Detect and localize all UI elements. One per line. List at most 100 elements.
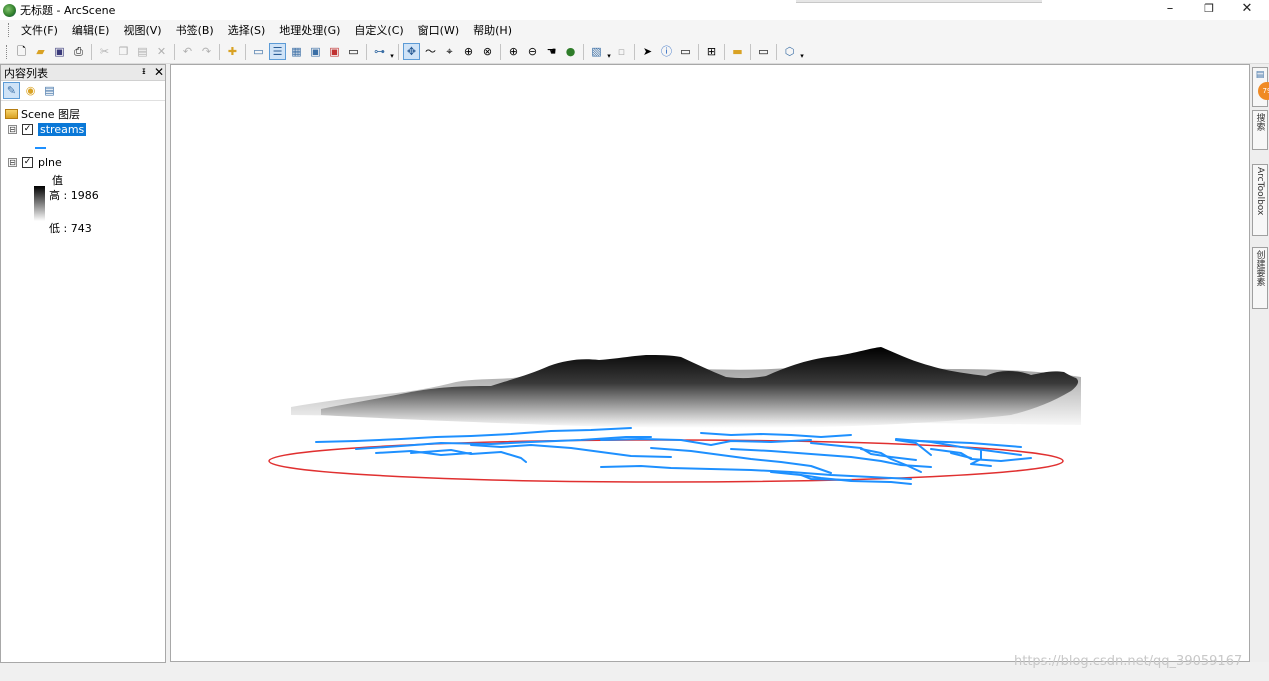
menu-edit[interactable]: 编辑(E) (65, 22, 117, 38)
dock-tab-arctoolbox[interactable]: ArcToolbox (1252, 164, 1268, 236)
scene-layers-icon (5, 109, 18, 119)
menu-file[interactable]: 文件(F) (14, 22, 65, 38)
toolbar-grip[interactable] (6, 44, 9, 59)
3d-effects-icon[interactable]: ⬡ (781, 43, 798, 60)
identify-icon[interactable]: ⓘ (658, 43, 675, 60)
zoom-in-icon[interactable]: ⊕ (505, 43, 522, 60)
toolbar-separator (776, 43, 777, 60)
new-document-icon[interactable]: 🗋 (13, 43, 30, 60)
cut-icon[interactable]: ✂ (96, 43, 113, 60)
html-popup-icon[interactable]: ▭ (677, 43, 694, 60)
stream-line (810, 442, 917, 461)
scene-layers-label: Scene 图层 (21, 108, 81, 121)
right-dock-panel: ▤ 79 搜索 ArcToolbox 创建要素 (1250, 64, 1269, 662)
table-of-contents-panel: 内容列表 ᵻ ✕ ✎ ◉ ▤ Scene 图层 ⊟ ✓ streams ⊟ ✓ … (0, 64, 166, 663)
dock-tab-arctoolbox-label: ArcToolbox (1255, 167, 1265, 216)
clear-selection-icon[interactable]: ▫ (613, 43, 630, 60)
collapse-icon[interactable]: ⊟ (8, 125, 17, 134)
elevation-color-ramp (34, 186, 45, 221)
menu-bar: 文件(F) 编辑(E) 视图(V) 书签(B) 选择(S) 地理处理(G) 自定… (0, 20, 1269, 40)
layer-visibility-checkbox[interactable]: ✓ (22, 124, 33, 135)
toolbar-overflow-icon[interactable]: ▾ (799, 44, 805, 60)
zoom-to-target-icon[interactable]: ⊕ (460, 43, 477, 60)
close-button[interactable]: ✕ (1224, 0, 1269, 20)
legend-high-label: 高 : 1986 (49, 189, 99, 202)
center-target-icon[interactable]: ⌖ (441, 43, 458, 60)
menu-selection[interactable]: 选择(S) (221, 22, 273, 38)
list-by-source-icon[interactable]: ◉ (22, 82, 39, 99)
toolbar-separator (698, 43, 699, 60)
layer-name-streams[interactable]: streams (38, 123, 87, 136)
toolbar-separator (398, 43, 399, 60)
menu-windows[interactable]: 窗口(W) (411, 22, 466, 38)
add-data-icon[interactable]: ✚ (224, 43, 241, 60)
standard-toolbar: 🗋 ▰ ▣ ⎙ ✂ ❐ ▤ ✕ ↶ ↷ ✚ ▭ ☰ ▦ ▣ ▣ ▭ ⊶ ▾ ✥ … (0, 40, 1269, 64)
menu-help[interactable]: 帮助(H) (466, 22, 519, 38)
menu-customize[interactable]: 自定义(C) (347, 22, 410, 38)
navigate-icon[interactable]: ✥ (403, 43, 420, 60)
pin-icon[interactable]: ᵻ (142, 66, 146, 77)
streams-symbol-swatch (35, 147, 46, 149)
stream-line (410, 449, 527, 463)
delete-icon[interactable]: ✕ (153, 43, 170, 60)
toc-title: 内容列表 (4, 66, 48, 80)
catalog-icon[interactable]: ▦ (288, 43, 305, 60)
open-folder-icon[interactable]: ▰ (32, 43, 49, 60)
toolbox-icon[interactable]: ▣ (326, 43, 343, 60)
search-window-icon[interactable]: ▣ (307, 43, 324, 60)
redo-icon[interactable]: ↷ (198, 43, 215, 60)
layer-row-streams[interactable]: ⊟ ✓ streams (8, 123, 87, 136)
select-features-icon[interactable]: ▧ (588, 43, 605, 60)
zoom-out-icon[interactable]: ⊖ (524, 43, 541, 60)
dock-tab-search[interactable]: 搜索 (1252, 110, 1268, 150)
dock-tab-search-label: 搜索 (1254, 113, 1265, 131)
find-binoculars-icon[interactable]: ⊞ (703, 43, 720, 60)
toc-view-tabs: ✎ ◉ ▤ (1, 81, 165, 101)
python-window-icon[interactable]: ▭ (345, 43, 362, 60)
streams-layer (315, 427, 1032, 485)
stream-line (700, 432, 852, 438)
map-view-icon[interactable]: ▭ (250, 43, 267, 60)
toolbar-overflow-icon[interactable]: ▾ (389, 44, 395, 60)
select-elements-arrow-icon[interactable]: ➤ (639, 43, 656, 60)
collapse-icon[interactable]: ⊟ (8, 158, 17, 167)
scene-canvas[interactable] (171, 65, 1250, 662)
catalog-icon: ▤ (1255, 70, 1265, 80)
scene-layers-group[interactable]: Scene 图层 (5, 106, 80, 122)
window-title: 无标题 - ArcScene (20, 4, 116, 17)
layer-row-plne[interactable]: ⊟ ✓ plne (8, 156, 62, 169)
modelbuilder-icon[interactable]: ⊶ (371, 43, 388, 60)
menu-geoprocessing[interactable]: 地理处理(G) (272, 22, 347, 38)
legend-low: 低 : 743 (49, 220, 92, 236)
pan-hand-icon[interactable]: ☚ (543, 43, 560, 60)
toolbar-separator (750, 43, 751, 60)
menu-view[interactable]: 视图(V) (116, 22, 168, 38)
toolbar-separator (366, 43, 367, 60)
dock-tab-create-features[interactable]: 创建要素 (1252, 247, 1268, 309)
set-observer-icon[interactable]: ⊗ (479, 43, 496, 60)
print-icon[interactable]: ⎙ (70, 43, 87, 60)
list-by-drawing-order-icon[interactable]: ✎ (3, 82, 20, 99)
select-dropdown-icon[interactable]: ▾ (606, 44, 612, 60)
notification-badge: 79 (1258, 82, 1269, 100)
legend-value-heading: 值 (52, 172, 63, 188)
paste-icon[interactable]: ▤ (134, 43, 151, 60)
full-extent-globe-icon[interactable]: ● (562, 43, 579, 60)
animation-icon[interactable]: ▭ (755, 43, 772, 60)
list-by-visibility-icon[interactable]: ▤ (41, 82, 58, 99)
stream-line (600, 465, 912, 480)
toc-close-icon[interactable]: ✕ (154, 65, 164, 79)
layer-name-plne[interactable]: plne (38, 156, 62, 169)
copy-icon[interactable]: ❐ (115, 43, 132, 60)
measure-icon[interactable]: ▬ (729, 43, 746, 60)
scene-view[interactable] (170, 64, 1250, 662)
layer-visibility-checkbox[interactable]: ✓ (22, 157, 33, 168)
table-of-contents-icon[interactable]: ☰ (269, 43, 286, 60)
menubar-grip[interactable] (8, 23, 11, 37)
fly-icon[interactable]: 〜 (422, 43, 439, 60)
menu-bookmarks[interactable]: 书签(B) (169, 22, 221, 38)
save-icon[interactable]: ▣ (51, 43, 68, 60)
undo-icon[interactable]: ↶ (179, 43, 196, 60)
dock-tab-create-features-label: 创建要素 (1254, 250, 1265, 286)
toolbar-separator (245, 43, 246, 60)
